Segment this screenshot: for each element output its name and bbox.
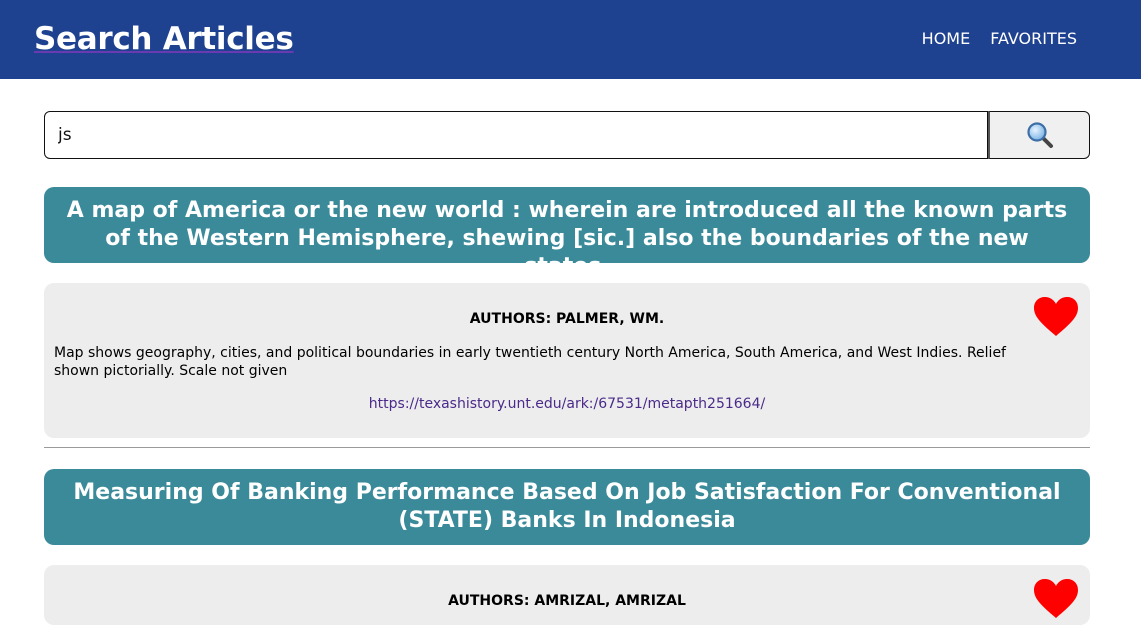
- result-title[interactable]: Measuring Of Banking Performance Based O…: [44, 469, 1090, 545]
- result-card: AUTHORS: AMRIZAL, AMRIZAL: [44, 565, 1090, 625]
- result-authors: AUTHORS: PALMER, WM.: [469, 311, 665, 327]
- magnifying-glass-icon: [1026, 122, 1053, 148]
- app-title[interactable]: Search Articles: [34, 20, 294, 58]
- top-nav: HOME FAVORITES: [922, 29, 1077, 49]
- result-description: Map shows geography, cities, and politic…: [54, 345, 1006, 379]
- result-authors: AUTHORS: AMRIZAL, AMRIZAL: [448, 593, 686, 609]
- result-link[interactable]: https://texashistory.unt.edu/ark:/67531/…: [44, 395, 1090, 413]
- app-header: Search Articles HOME FAVORITES: [0, 0, 1141, 79]
- nav-home-link[interactable]: HOME: [922, 29, 971, 49]
- result-title[interactable]: A map of America or the new world : wher…: [44, 187, 1090, 279]
- heart-icon[interactable]: [1034, 579, 1078, 619]
- nav-favorites-link[interactable]: FAVORITES: [990, 29, 1077, 49]
- search-bar: [44, 111, 1090, 159]
- result-divider: [44, 447, 1090, 448]
- heart-icon[interactable]: [1034, 297, 1078, 337]
- result-card: AUTHORS: PALMER, WM. Map shows geography…: [44, 283, 1090, 438]
- search-button[interactable]: [988, 111, 1090, 159]
- search-input[interactable]: [44, 111, 988, 159]
